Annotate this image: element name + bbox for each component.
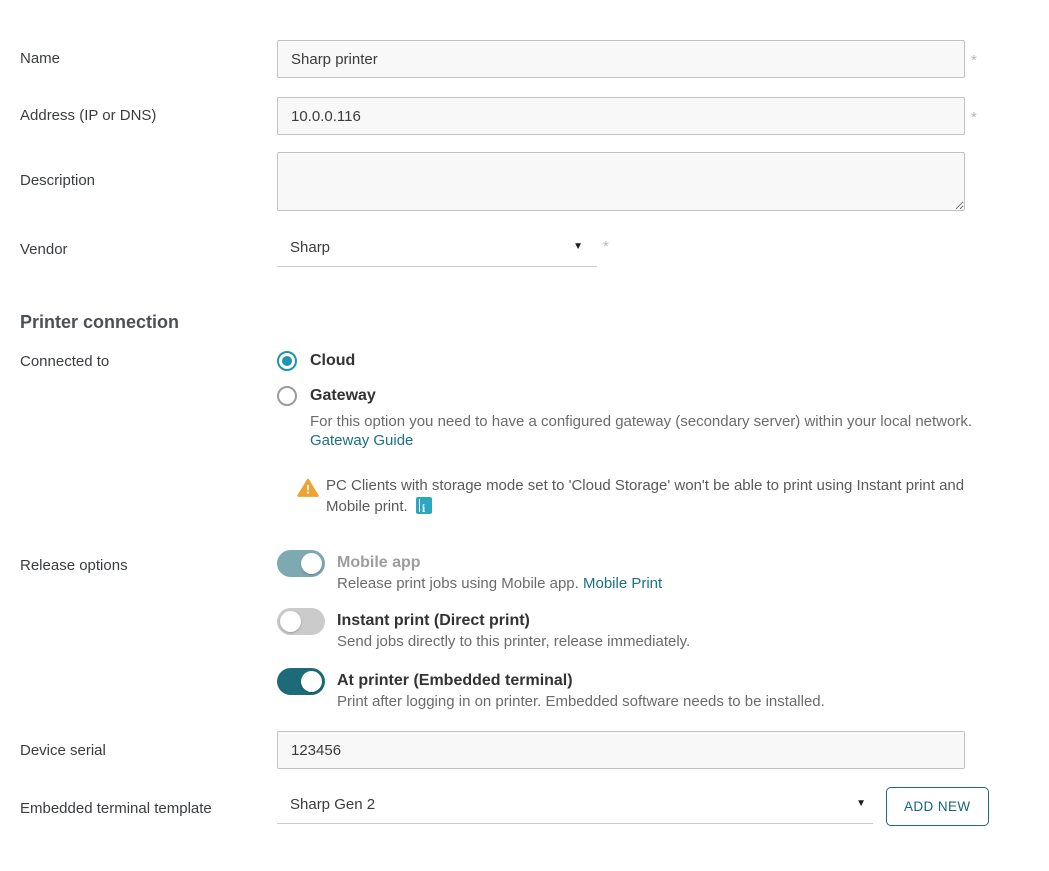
info-guide-icon[interactable] [416,497,432,514]
vendor-select[interactable]: Sharp ▼ [277,230,597,267]
gateway-description-text: For this option you need to have a confi… [310,413,972,430]
instant-print-text: Instant print (Direct print) Send jobs d… [337,608,690,652]
cloud-storage-warning: PC Clients with storage mode set to 'Clo… [297,475,1049,517]
vendor-select-value: Sharp [290,239,330,256]
gateway-guide-link[interactable]: Gateway Guide [310,432,413,449]
description-textarea[interactable] [277,152,965,211]
name-label: Name [0,40,277,67]
terminal-template-row: Embedded terminal template Sharp Gen 2 ▼… [0,787,1049,826]
at-printer-toggle[interactable] [277,668,325,695]
name-input[interactable] [277,40,965,78]
toggle-knob [280,611,301,632]
connected-to-row: Connected to Cloud Gateway For this opti… [0,351,1049,450]
name-required-asterisk: * [971,40,977,69]
address-required-asterisk: * [971,97,977,126]
terminal-template-select[interactable]: Sharp Gen 2 ▼ [277,787,873,824]
add-new-button[interactable]: ADD NEW [886,787,989,826]
at-printer-description: Print after logging in on printer. Embed… [337,692,825,712]
at-printer-title: At printer (Embedded terminal) [337,671,825,691]
terminal-template-label: Embedded terminal template [0,787,277,817]
radio-gateway[interactable] [277,386,297,406]
gateway-description: For this option you need to have a confi… [310,412,972,450]
radio-option-gateway[interactable]: Gateway [277,386,972,406]
address-input[interactable] [277,97,965,135]
toggle-row-mobile-app: Mobile app Release print jobs using Mobi… [277,550,1049,594]
toggle-row-at-printer: At printer (Embedded terminal) Print aft… [277,668,1049,712]
vendor-required-asterisk: * [603,230,609,255]
instant-print-description: Send jobs directly to this printer, rele… [337,632,690,652]
connected-to-label: Connected to [0,351,277,370]
at-printer-text: At printer (Embedded terminal) Print aft… [337,668,825,712]
toggle-knob [301,671,322,692]
radio-gateway-label: Gateway [310,387,376,405]
device-serial-input[interactable] [277,731,965,769]
warning-text: PC Clients with storage mode set to 'Clo… [326,475,988,517]
instant-print-toggle[interactable] [277,608,325,635]
address-row: Address (IP or DNS) * [0,97,1049,135]
vendor-label: Vendor [0,230,277,258]
connected-to-radio-group: Cloud Gateway For this option you need t… [277,351,972,450]
mobile-app-title: Mobile app [337,553,662,573]
radio-cloud-label: Cloud [310,352,355,370]
device-serial-label: Device serial [0,731,277,759]
release-options-label: Release options [0,552,277,574]
description-row: Description [0,152,1049,211]
printer-connection-section-title: Printer connection [20,312,1049,333]
chevron-down-icon: ▼ [573,242,583,252]
toggle-knob [301,553,322,574]
mobile-print-link[interactable]: Mobile Print [583,575,662,592]
vendor-row: Vendor Sharp ▼ * [0,230,1049,267]
toggle-row-instant-print: Instant print (Direct print) Send jobs d… [277,608,1049,652]
description-label: Description [0,152,277,189]
terminal-template-select-value: Sharp Gen 2 [290,796,375,813]
mobile-app-toggle[interactable] [277,550,325,577]
mobile-app-description: Release print jobs using Mobile app. Mob… [337,574,662,594]
radio-cloud[interactable] [277,351,297,371]
name-row: Name * [0,40,1049,78]
warning-icon [297,478,319,498]
chevron-down-icon: ▼ [856,799,866,809]
printer-edit-form: Name * Address (IP or DNS) * Description… [0,0,1049,871]
instant-print-title: Instant print (Direct print) [337,611,690,631]
mobile-app-text: Mobile app Release print jobs using Mobi… [337,550,662,594]
device-serial-row: Device serial [0,731,1049,769]
address-label: Address (IP or DNS) [0,97,277,124]
radio-option-cloud[interactable]: Cloud [277,351,972,371]
